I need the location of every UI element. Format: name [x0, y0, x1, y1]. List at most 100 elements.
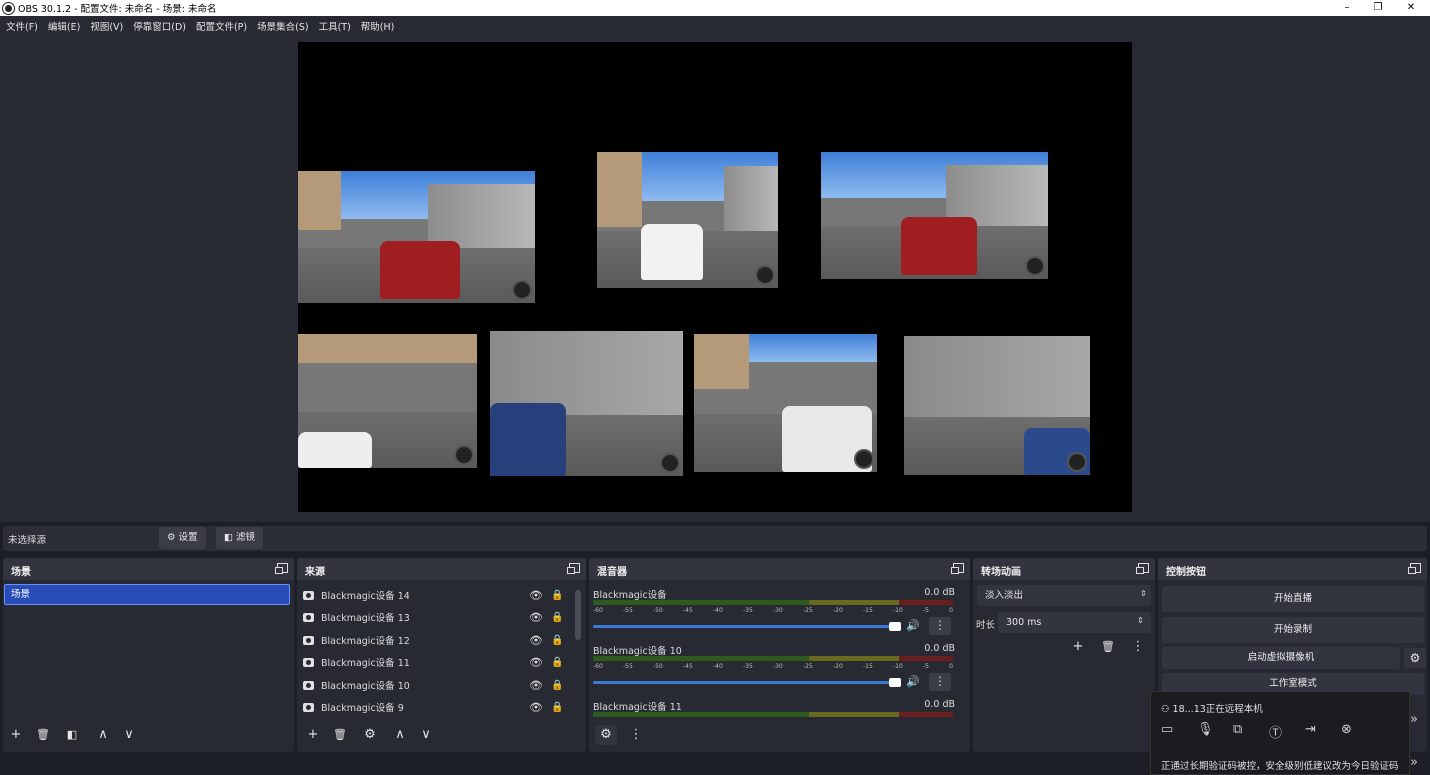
select-arrows-icon: ⇕: [1140, 589, 1147, 598]
mixer-menu-button[interactable]: ⋮: [625, 725, 647, 745]
sources-dock: 来源 Blackmagic设备 14 👁 🔒 Blackmagic设备 13 👁 🔒 B…: [297, 558, 586, 752]
lock-icon[interactable]: 🔒: [551, 657, 563, 668]
visibility-eye-icon[interactable]: 👁: [529, 656, 543, 669]
text-icon[interactable]: Ⓣ: [1269, 722, 1305, 741]
menu-tools[interactable]: 工具(T): [319, 19, 351, 33]
video-feed-7: [904, 336, 1090, 475]
lock-icon[interactable]: 🔒: [551, 702, 563, 713]
source-item[interactable]: Blackmagic设备 10 👁 🔒: [303, 675, 565, 695]
move-scene-down-button[interactable]: ∨: [118, 725, 140, 745]
virtual-camera-settings-button[interactable]: ⚙: [1404, 648, 1426, 668]
start-recording-button[interactable]: 开始录制: [1162, 617, 1424, 643]
float-dock-icon[interactable]: [951, 563, 964, 574]
microphone-icon[interactable]: 🎙: [1197, 722, 1233, 741]
source-item[interactable]: Blackmagic设备 9 👁 🔒: [303, 697, 565, 717]
expand-notice-icon[interactable]: »: [1410, 755, 1418, 770]
lock-icon[interactable]: 🔒: [551, 635, 563, 646]
camera-icon: [303, 680, 314, 690]
float-dock-icon[interactable]: [1408, 563, 1421, 574]
add-transition-button[interactable]: +: [1067, 637, 1089, 657]
source-properties-button[interactable]: ⚙: [359, 725, 381, 745]
channel-db: 0.0 dB: [924, 643, 955, 654]
menu-edit[interactable]: 编辑(E): [48, 19, 80, 33]
expand-panel-icon[interactable]: »: [1410, 712, 1418, 727]
float-dock-icon[interactable]: [1136, 563, 1149, 574]
move-source-down-button[interactable]: ∨: [415, 725, 437, 745]
menu-file[interactable]: 文件(F): [6, 19, 38, 33]
volume-fader[interactable]: [593, 625, 898, 628]
fader-knob[interactable]: [889, 622, 901, 631]
restore-button[interactable]: ❐: [1361, 0, 1395, 16]
menu-help[interactable]: 帮助(H): [361, 19, 395, 33]
screen-icon[interactable]: ⧉: [1233, 722, 1269, 741]
scenes-title: 场景: [11, 567, 31, 578]
volume-fader[interactable]: [593, 681, 898, 684]
visibility-eye-icon[interactable]: 👁: [529, 589, 543, 602]
float-dock-icon[interactable]: [567, 563, 580, 574]
menu-view[interactable]: 视图(V): [90, 19, 123, 33]
audio-settings-button[interactable]: ⚙: [595, 725, 617, 745]
channel-db: 0.0 dB: [924, 587, 955, 598]
remove-source-button[interactable]: 🗑: [329, 725, 351, 745]
source-item[interactable]: Blackmagic设备 11 👁 🔒: [303, 652, 565, 672]
channel-name: Blackmagic设备: [593, 590, 667, 601]
remove-transition-button[interactable]: 🗑: [1097, 637, 1119, 657]
channel-menu-button[interactable]: ⋮: [929, 673, 951, 691]
start-streaming-button[interactable]: 开始直播: [1162, 586, 1424, 612]
channel-menu-button[interactable]: ⋮: [929, 617, 951, 635]
visibility-eye-icon[interactable]: 👁: [529, 679, 543, 692]
remove-scene-button[interactable]: 🗑: [32, 725, 54, 745]
menu-bar: 文件(F) 编辑(E) 视图(V) 停靠窗口(D) 配置文件(P) 场景集合(S…: [0, 16, 1430, 36]
close-button[interactable]: ✕: [1394, 0, 1428, 16]
volume-meter: [593, 712, 953, 717]
add-scene-button[interactable]: +: [5, 725, 27, 745]
spin-arrows-icon[interactable]: ⇕: [1137, 616, 1144, 625]
preview-canvas[interactable]: [298, 42, 1132, 512]
fader-knob[interactable]: [889, 678, 901, 687]
source-item[interactable]: Blackmagic设备 12 👁 🔒: [303, 630, 565, 650]
lock-icon[interactable]: 🔒: [551, 612, 563, 623]
start-virtual-camera-button[interactable]: 启动虚拟摄像机: [1162, 647, 1400, 669]
mixer-channel: Blackmagic设备 10 0.0 dB -60 -55 -50 -45 -40 -3…: [593, 643, 955, 699]
menu-docks[interactable]: 停靠窗口(D): [133, 19, 186, 33]
transition-menu-button[interactable]: ⋮: [1127, 637, 1149, 657]
visibility-eye-icon[interactable]: 👁: [529, 611, 543, 624]
speaker-icon[interactable]: 🔊: [906, 619, 920, 632]
file-transfer-icon[interactable]: ⇥: [1305, 722, 1341, 741]
remote-status: ⚇ 18...13正在远程本机: [1161, 704, 1263, 715]
sources-title: 来源: [305, 567, 325, 578]
channel-db: 0.0 dB: [924, 699, 955, 710]
visibility-eye-icon[interactable]: 👁: [529, 701, 543, 714]
mixer-channel: Blackmagic设备 11 0.0 dB: [593, 699, 955, 721]
mixer-dock: 混音器 Blackmagic设备 0.0 dB -60 -55 -50 -45 -40-…: [589, 558, 970, 752]
move-source-up-button[interactable]: ∧: [389, 725, 411, 745]
float-dock-icon[interactable]: [275, 563, 288, 574]
disconnect-icon[interactable]: ⊗: [1341, 722, 1377, 741]
no-source-selected-label: 未选择源: [8, 535, 47, 546]
source-item[interactable]: Blackmagic设备 14 👁 🔒: [303, 585, 565, 605]
menu-profile[interactable]: 配置文件(P): [196, 19, 247, 33]
source-settings-button[interactable]: ⚙ 设置: [159, 527, 206, 549]
meter-ticks: -60 -55 -50 -45 -40 -35 -30 -25 -20 -15 -10 -5 0: [593, 607, 953, 614]
video-feed-6: [694, 334, 877, 472]
speaker-icon[interactable]: 🔊: [906, 675, 920, 688]
visibility-eye-icon[interactable]: 👁: [529, 634, 543, 647]
menu-scene-collection[interactable]: 场景集合(S): [257, 19, 308, 33]
scene-item[interactable]: 场景: [4, 584, 290, 605]
sources-scrollbar[interactable]: [575, 590, 581, 640]
lock-icon[interactable]: 🔒: [551, 680, 563, 691]
minimize-button[interactable]: –: [1330, 0, 1364, 16]
add-source-button[interactable]: +: [302, 725, 324, 745]
transition-select[interactable]: 淡入淡出: [977, 585, 1151, 606]
chat-icon[interactable]: ▭: [1161, 722, 1197, 741]
lock-icon[interactable]: 🔒: [551, 590, 563, 601]
remote-control-panel: ⚇ 18...13正在远程本机 ▭ 🎙 ⧉ Ⓣ ⇥ ⊗ 正通过长期验证码被控，安…: [1150, 691, 1410, 775]
controls-title: 控制按钮: [1166, 567, 1206, 578]
duration-spinbox[interactable]: 300 ms: [998, 612, 1151, 633]
move-scene-up-button[interactable]: ∧: [92, 725, 114, 745]
remote-toolbar: ▭ 🎙 ⧉ Ⓣ ⇥ ⊗: [1161, 722, 1377, 741]
camera-icon: [303, 590, 314, 600]
source-filters-button[interactable]: ◧ 滤镜: [216, 527, 263, 549]
source-item[interactable]: Blackmagic设备 13 👁 🔒: [303, 607, 565, 627]
scene-filters-button[interactable]: ◧: [61, 725, 83, 745]
